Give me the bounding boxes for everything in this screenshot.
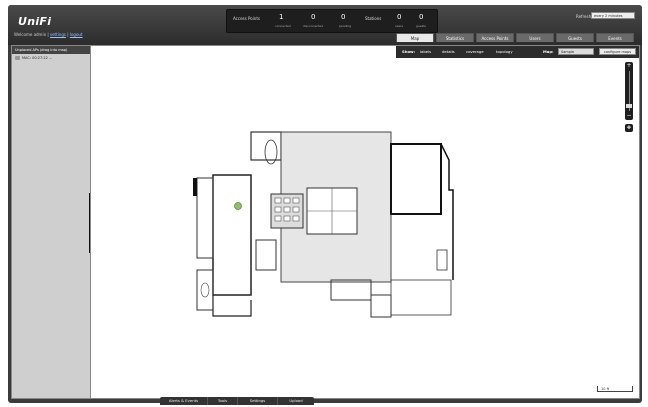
access-point-marker [234, 202, 242, 210]
tab-access-points[interactable]: Access Points [476, 33, 514, 42]
stations-title: Stations [365, 16, 382, 21]
map-canvas[interactable]: Show: labels details coverage topology M… [90, 45, 640, 399]
refresh-select[interactable]: every 2 minutes [591, 12, 635, 19]
map-label: Map: [543, 49, 554, 54]
tab-guests[interactable]: Guests [556, 33, 594, 42]
unplaced-aps-panel: Unplaced APs (drag into map) MAC: 00:27:… [11, 45, 91, 399]
pan-icon[interactable]: ✥ [625, 124, 633, 132]
guests-count: 0 [419, 13, 424, 21]
access-points-title: Access Points [233, 16, 260, 21]
disconnected-count: 0 [311, 13, 316, 21]
users-count: 0 [397, 13, 402, 21]
guests-label: guests [416, 24, 426, 28]
unifi-logo: UniFi [18, 15, 52, 28]
tab-users[interactable]: Users [516, 33, 554, 42]
access-point-icon [15, 56, 20, 60]
connected-label: connected [275, 24, 291, 28]
ap-label: MAC: 00:27:22 ... [22, 56, 53, 60]
zoom-control: + − [625, 62, 633, 120]
tools-button[interactable]: Tools [208, 397, 238, 405]
tab-map[interactable]: Map [396, 33, 434, 42]
map-toolbar: Show: labels details coverage topology M… [396, 46, 639, 58]
bottom-toolbar: Alerts & Events Tools Settings Upload [160, 397, 314, 405]
unplaced-aps-header: Unplaced APs (drag into map) [12, 46, 90, 54]
pending-count: 0 [341, 13, 346, 21]
settings-button[interactable]: Settings [238, 397, 278, 405]
show-details-toggle[interactable]: details [442, 49, 455, 54]
disconnected-label: disconnected [303, 24, 324, 28]
map-select[interactable]: Sample [558, 48, 594, 55]
zoom-in-button[interactable]: + [625, 62, 633, 69]
refresh-label: Refresh [576, 14, 592, 19]
pending-label: pending [339, 24, 352, 28]
zoom-out-button[interactable]: − [625, 112, 633, 119]
zoom-slider-handle[interactable] [626, 104, 632, 108]
status-summary: Access Points 1 connected 0 disconnected… [226, 9, 438, 33]
configure-maps-button[interactable]: configure maps [599, 48, 636, 55]
show-label: Show: [402, 49, 416, 54]
users-label: users [395, 24, 404, 28]
welcome-line: Welcome admin | settings | logout [14, 32, 83, 37]
show-coverage-toggle[interactable]: coverage [466, 49, 484, 54]
welcome-text: Welcome admin | [14, 32, 49, 37]
list-item[interactable]: MAC: 00:27:22 ... [12, 54, 90, 63]
alerts-events-button[interactable]: Alerts & Events [160, 397, 208, 405]
tab-statistics[interactable]: Statistics [436, 33, 474, 42]
tab-events[interactable]: Events [596, 33, 634, 42]
show-labels-toggle[interactable]: labels [420, 49, 431, 54]
scale-bar: 10 ft [597, 386, 633, 392]
upload-button[interactable]: Upload [278, 397, 314, 405]
top-bar: UniFi Welcome admin | settings | logout … [8, 5, 642, 45]
logout-link[interactable]: logout [70, 32, 83, 37]
settings-link[interactable]: settings [50, 32, 66, 37]
show-topology-toggle[interactable]: topology [496, 49, 513, 54]
floor-plan [193, 131, 454, 318]
connected-count: 1 [279, 13, 284, 21]
app-window: UniFi Welcome admin | settings | logout … [8, 5, 642, 403]
